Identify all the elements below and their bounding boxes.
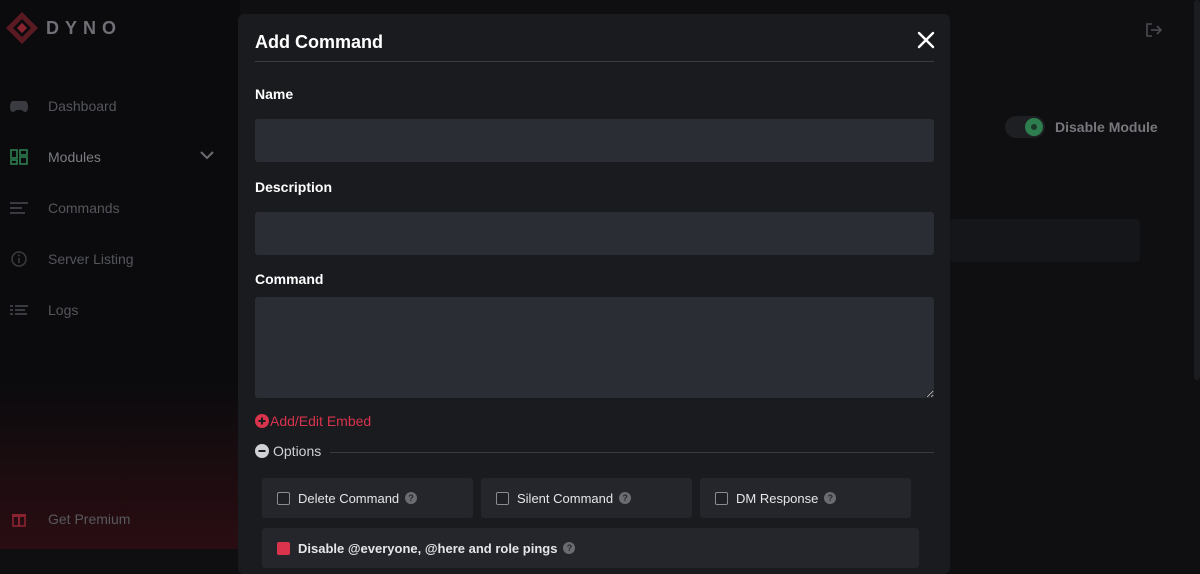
close-icon[interactable]	[914, 28, 938, 52]
delete-command-checkbox[interactable]	[277, 491, 290, 505]
sidebar-item-logs[interactable]: Logs	[0, 284, 240, 335]
dyno-logo[interactable]: DYNO	[4, 10, 122, 46]
sidebar-nav: Dashboard Modules Commands Server Listin…	[0, 80, 240, 335]
logout-icon[interactable]	[1145, 22, 1163, 43]
help-icon[interactable]: ?	[405, 492, 418, 504]
command-label: Command	[255, 271, 324, 287]
background-panel	[950, 219, 1140, 262]
option-label: DM Response	[736, 490, 819, 506]
brand-name: DYNO	[46, 17, 123, 38]
sidebar-item-commands[interactable]: Commands	[0, 182, 240, 233]
gift-icon	[10, 510, 28, 528]
options-toggle[interactable]: Options	[255, 443, 321, 459]
get-premium-link[interactable]: Get Premium	[10, 510, 130, 528]
description-label: Description	[255, 179, 333, 195]
info-icon	[10, 250, 28, 268]
plus-circle-icon	[255, 414, 269, 428]
option-disable-pings[interactable]: Disable @everyone, @here and role pings …	[262, 528, 919, 568]
logs-icon	[10, 301, 28, 319]
name-input[interactable]	[255, 119, 934, 162]
add-command-modal: Add Command Name Description Command Add…	[238, 14, 950, 574]
disable-module-label: Disable Module	[1055, 119, 1158, 135]
disable-module-toggle[interactable]: Disable Module	[1005, 116, 1158, 138]
sidebar-item-modules[interactable]: Modules	[0, 131, 240, 182]
options-label: Options	[273, 443, 322, 459]
page-scrollbar[interactable]	[1194, 0, 1200, 380]
sidebar: DYNO Dashboard Modules Commands Server L…	[0, 0, 240, 549]
help-icon[interactable]: ?	[563, 542, 576, 554]
disable-pings-checkbox[interactable]	[277, 541, 290, 555]
modules-icon	[10, 148, 28, 166]
gamepad-icon	[10, 97, 28, 115]
add-edit-embed-label: Add/Edit Embed	[270, 413, 372, 429]
add-edit-embed-link[interactable]: Add/Edit Embed	[255, 413, 371, 429]
commands-icon	[10, 199, 28, 217]
dm-response-checkbox[interactable]	[715, 491, 728, 505]
option-dm-response[interactable]: DM Response ?	[700, 478, 911, 518]
toggle-track[interactable]	[1005, 116, 1045, 138]
sidebar-item-label: Dashboard	[48, 97, 117, 114]
sidebar-item-label: Modules	[48, 148, 101, 165]
command-textarea[interactable]	[255, 297, 934, 398]
minus-circle-icon	[255, 444, 269, 458]
options-divider	[330, 452, 934, 453]
silent-command-checkbox[interactable]	[496, 491, 509, 505]
option-label: Delete Command	[298, 490, 400, 506]
option-label: Silent Command	[517, 490, 614, 506]
sidebar-item-label: Logs	[48, 301, 79, 318]
name-label: Name	[255, 86, 294, 102]
modal-divider	[255, 61, 934, 62]
help-icon[interactable]: ?	[619, 492, 632, 504]
description-input[interactable]	[255, 212, 934, 255]
get-premium-label: Get Premium	[48, 511, 131, 527]
option-label: Disable @everyone, @here and role pings	[298, 540, 558, 556]
chevron-down-icon[interactable]	[200, 147, 214, 163]
help-icon[interactable]: ?	[824, 492, 837, 504]
sidebar-item-dashboard[interactable]: Dashboard	[0, 80, 240, 131]
option-delete-command[interactable]: Delete Command ?	[262, 478, 473, 518]
modal-title: Add Command	[255, 32, 383, 52]
toggle-knob	[1025, 118, 1043, 136]
option-silent-command[interactable]: Silent Command ?	[481, 478, 692, 518]
sidebar-item-label: Server Listing	[48, 250, 134, 267]
sidebar-item-server-listing[interactable]: Server Listing	[0, 233, 240, 284]
dyno-logo-icon	[4, 10, 40, 46]
sidebar-item-label: Commands	[48, 199, 120, 216]
